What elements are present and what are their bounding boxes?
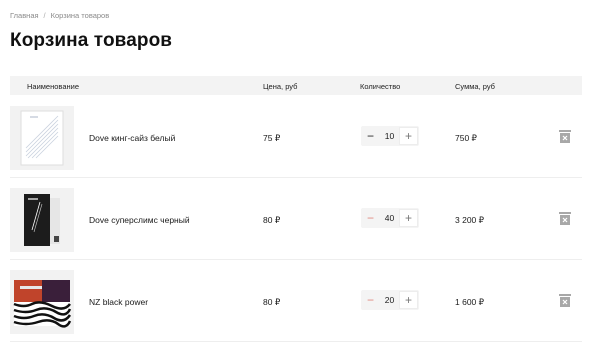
cart-row: Dove суперслимс черный 80 ₽ − 40 + 3 200… <box>10 178 582 260</box>
product-sum: 1 600 ₽ <box>455 297 485 307</box>
product-image[interactable] <box>10 188 74 252</box>
breadcrumb-separator: / <box>43 11 46 20</box>
decrease-quantity-button[interactable]: − <box>361 290 380 310</box>
breadcrumb: Главная / Корзина товаров <box>10 11 109 20</box>
quantity-value[interactable]: 10 <box>380 131 399 141</box>
trash-icon[interactable] <box>558 129 572 144</box>
increase-quantity-button[interactable]: + <box>399 291 418 309</box>
table-header: Наименование Цена, руб Количество Сумма,… <box>10 76 582 95</box>
cart-row: NZ black power 80 ₽ − 20 + 1 600 ₽ <box>10 260 582 342</box>
product-image[interactable] <box>10 270 74 334</box>
product-name[interactable]: Dove кинг-сайз белый <box>89 133 175 143</box>
product-price: 80 ₽ <box>263 297 281 307</box>
increase-quantity-button[interactable]: + <box>399 127 418 145</box>
product-sum: 750 ₽ <box>455 133 477 143</box>
product-name[interactable]: Dove суперслимс черный <box>89 215 190 225</box>
breadcrumb-home-link[interactable]: Главная <box>10 11 39 20</box>
product-sum: 3 200 ₽ <box>455 215 485 225</box>
product-name[interactable]: NZ black power <box>89 297 148 307</box>
quantity-stepper: − 20 + <box>361 290 419 310</box>
product-price: 75 ₽ <box>263 133 281 143</box>
header-quantity: Количество <box>360 82 401 91</box>
black-box-product-icon <box>24 194 60 246</box>
product-price: 80 ₽ <box>263 215 281 225</box>
white-box-product-icon <box>20 110 64 166</box>
cart-row: Dove кинг-сайз белый 75 ₽ − 10 + 750 ₽ <box>10 96 582 178</box>
increase-quantity-button[interactable]: + <box>399 209 418 227</box>
trash-icon[interactable] <box>558 293 572 308</box>
decrease-quantity-button[interactable]: − <box>361 208 380 228</box>
decrease-quantity-button[interactable]: − <box>361 126 380 146</box>
page-title: Корзина товаров <box>10 30 173 51</box>
header-price: Цена, руб <box>263 82 298 91</box>
quantity-value[interactable]: 20 <box>380 295 399 305</box>
zebra-box-product-icon <box>13 280 72 328</box>
trash-icon[interactable] <box>558 211 572 226</box>
quantity-value[interactable]: 40 <box>380 213 399 223</box>
quantity-stepper: − 10 + <box>361 126 419 146</box>
quantity-stepper: − 40 + <box>361 208 419 228</box>
header-sum: Сумма, руб <box>455 82 495 91</box>
product-image[interactable] <box>10 106 74 170</box>
row-divider <box>10 341 582 342</box>
breadcrumb-current: Корзина товаров <box>50 11 110 20</box>
header-name: Наименование <box>27 82 79 91</box>
